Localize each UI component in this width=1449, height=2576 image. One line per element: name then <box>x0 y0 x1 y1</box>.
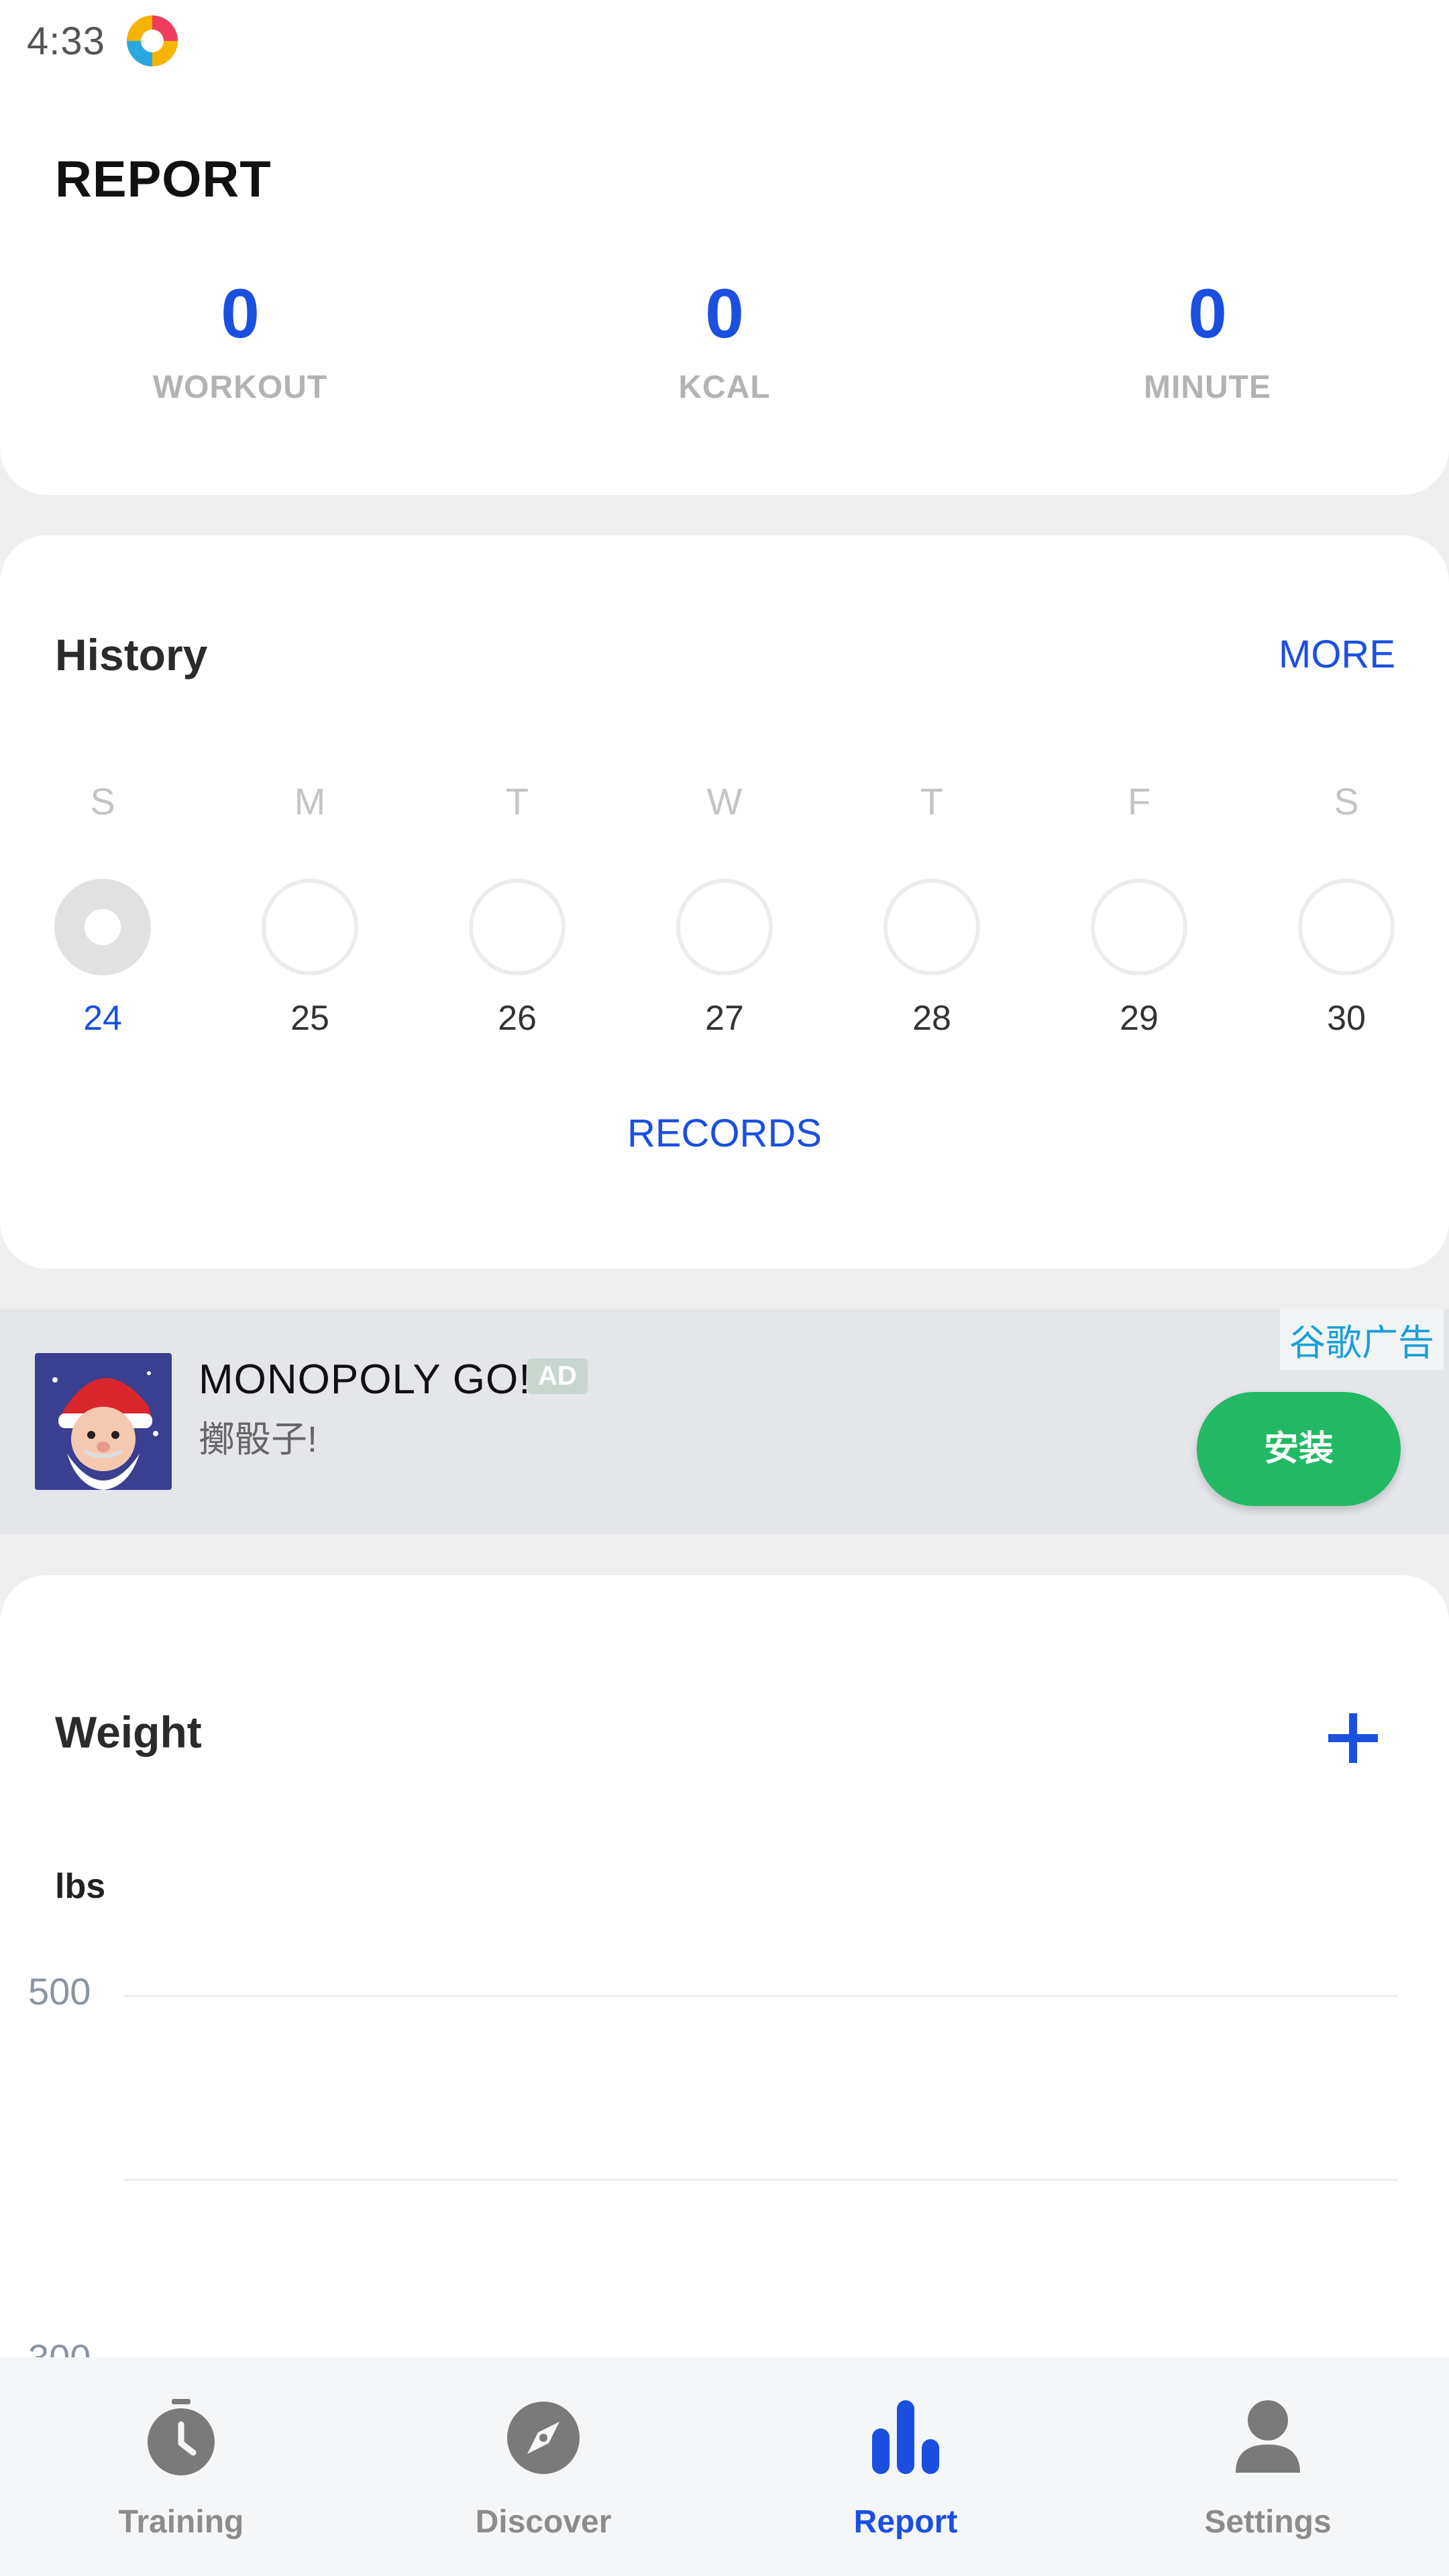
page-title: REPORT <box>55 151 272 208</box>
history-card: History MORE S M T W T F S 24 25 26 27 2… <box>0 535 1449 1269</box>
day-date: 27 <box>705 999 744 1038</box>
nav-label: Discover <box>475 2504 612 2540</box>
stat-value: 0 <box>1188 275 1227 353</box>
weekday-label: S <box>90 780 115 822</box>
ad-badge: AD <box>527 1358 588 1394</box>
status-bar: 4:33 <box>0 0 1449 80</box>
stat-value: 0 <box>705 275 744 353</box>
weight-title: Weight <box>55 1707 202 1757</box>
stat-label: MINUTE <box>1144 370 1271 405</box>
grid-line <box>123 1995 1398 1997</box>
day-date: 30 <box>1327 999 1366 1038</box>
day-circle[interactable] <box>469 879 566 975</box>
nav-label: Training <box>118 2504 244 2540</box>
day-circle[interactable] <box>1298 879 1395 975</box>
nav-label: Settings <box>1204 2504 1332 2540</box>
plus-icon[interactable] <box>1323 1708 1383 1768</box>
stat-minute: 0 MINUTE <box>1040 279 1375 406</box>
weekday-label: T <box>505 780 529 822</box>
day-circle[interactable] <box>1091 879 1187 975</box>
bar-chart-icon <box>872 2400 939 2474</box>
stat-kcal: 0 KCAL <box>557 279 892 406</box>
app-notification-icon <box>127 15 178 66</box>
install-button[interactable]: 安装 <box>1197 1392 1401 1506</box>
ad-source-tag[interactable]: 谷歌广告 <box>1280 1309 1444 1370</box>
weight-unit-label: lbs <box>55 1867 106 1906</box>
nav-item-training[interactable]: Training <box>0 2357 362 2576</box>
day-circle[interactable] <box>676 879 773 975</box>
day-date: 28 <box>912 999 951 1038</box>
status-time: 4:33 <box>27 19 105 63</box>
history-title: History <box>55 630 208 680</box>
nav-item-discover[interactable]: Discover <box>362 2357 724 2576</box>
day-date-today: 24 <box>83 999 122 1038</box>
day-circle[interactable] <box>262 879 358 975</box>
compass-icon <box>507 2402 580 2474</box>
stat-workout: 0 WORKOUT <box>72 279 408 406</box>
stopwatch-icon <box>148 2399 215 2475</box>
nav-item-settings[interactable]: Settings <box>1087 2357 1449 2576</box>
nav-item-report[interactable]: Report <box>724 2357 1087 2576</box>
weekday-label: S <box>1334 780 1359 822</box>
day-circle[interactable] <box>883 879 980 975</box>
report-card: REPORT 0 WORKOUT 0 KCAL 0 MINUTE <box>0 80 1449 495</box>
nav-label: Report <box>853 2504 958 2540</box>
stat-label: WORKOUT <box>152 370 328 405</box>
person-icon <box>1236 2400 1300 2473</box>
grid-line <box>123 2179 1398 2181</box>
bottom-nav: Training Discover Report Settings <box>0 2357 1449 2576</box>
y-axis-tick: 500 <box>28 1970 91 2012</box>
weekday-label: M <box>294 780 326 822</box>
day-date: 25 <box>290 999 329 1038</box>
ad-banner[interactable]: 谷歌广告 MONOPOLY GO! AD 擲骰子! 安装 <box>0 1309 1449 1534</box>
weekday-label: F <box>1127 780 1151 822</box>
day-circle-today[interactable] <box>54 879 151 975</box>
weekday-label: W <box>706 780 743 822</box>
stat-label: KCAL <box>678 370 771 405</box>
ad-subtitle: 擲骰子! <box>199 1419 318 1460</box>
stat-value: 0 <box>221 275 260 353</box>
records-link[interactable]: RECORDS <box>0 1111 1449 1156</box>
day-date: 26 <box>498 999 537 1038</box>
ad-app-icon[interactable] <box>35 1353 172 1490</box>
weekday-label: T <box>920 780 944 822</box>
ad-title[interactable]: MONOPOLY GO! <box>199 1356 531 1403</box>
more-link[interactable]: MORE <box>1279 632 1395 677</box>
day-date: 29 <box>1120 999 1159 1038</box>
